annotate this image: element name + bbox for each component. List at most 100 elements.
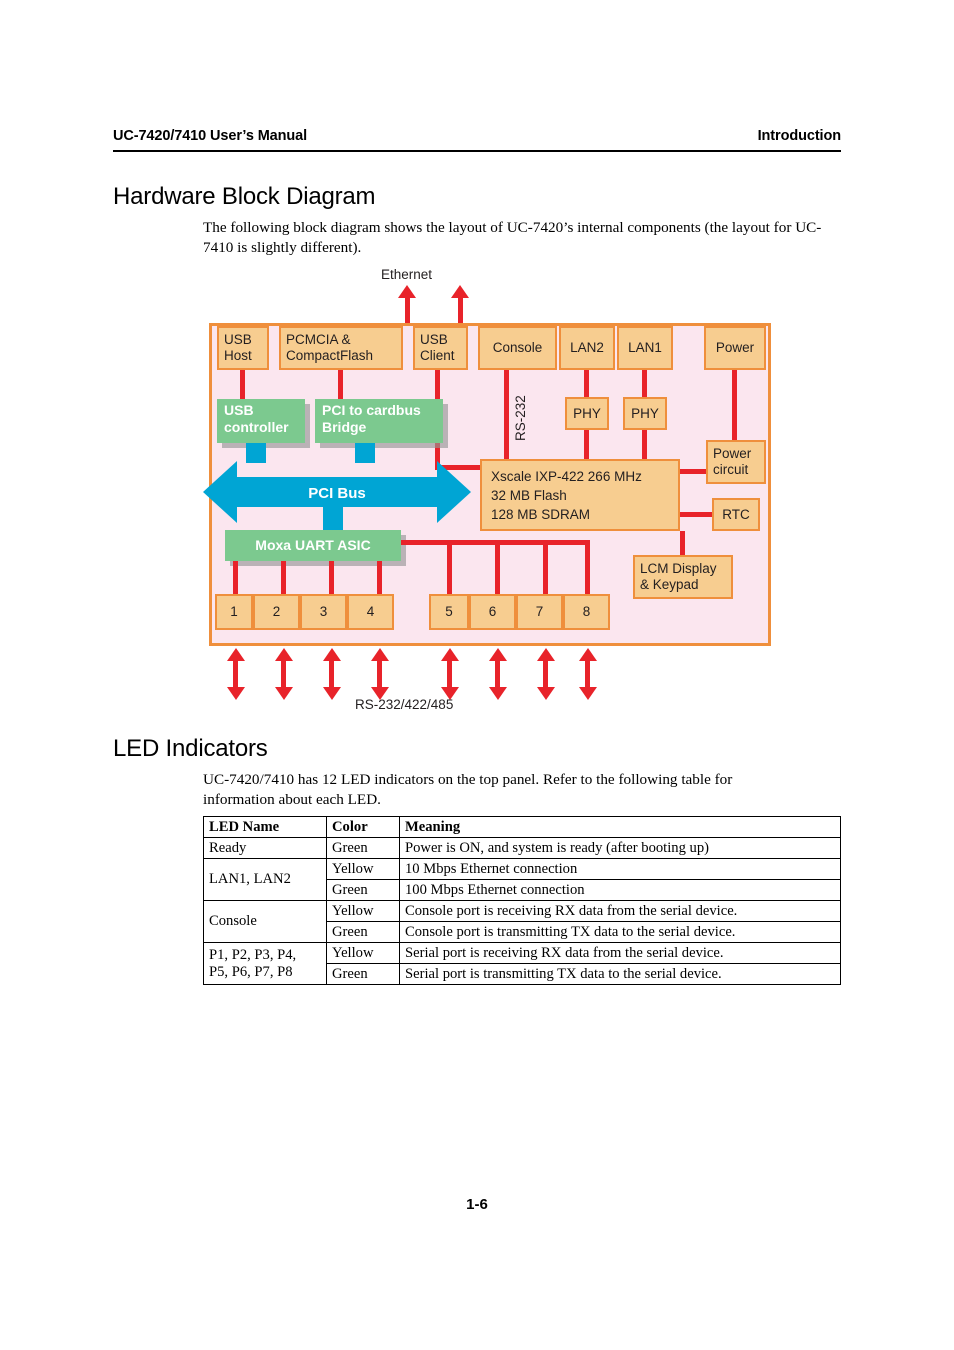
- cell-color: Green: [326, 879, 400, 901]
- cell-led-name: Console: [203, 900, 327, 943]
- serial-wire-6: [495, 659, 500, 688]
- block-lcm-line1: LCM Display: [640, 561, 717, 576]
- column-header-led-name: LED Name: [203, 816, 327, 838]
- block-pcmcia-compactflash: PCMCIA & CompactFlash: [279, 326, 403, 370]
- cell-color: Green: [326, 921, 400, 943]
- ethernet-wire-lan2: [405, 296, 410, 326]
- wire-uart-to-port-1: [233, 561, 238, 594]
- cell-color: Yellow: [326, 942, 400, 964]
- wire-phy2-to-cpu: [584, 430, 589, 459]
- cell-meaning: Serial port is transmitting TX data to t…: [399, 963, 841, 985]
- serial-wire-5: [447, 659, 452, 688]
- block-phy-lan2: PHY: [565, 397, 609, 430]
- block-usb-client-line1: USB: [420, 332, 448, 347]
- block-usb-host-line1: USB: [224, 332, 252, 347]
- cell-color: Green: [326, 963, 400, 985]
- serial-port-1: 1: [215, 594, 253, 630]
- serial-wire-7: [543, 659, 548, 688]
- serial-port-2: 2: [253, 594, 300, 630]
- hardware-block-diagram: Ethernet USB Host PCMCIA & CompactFlash …: [203, 263, 783, 718]
- serial-port-3: 3: [300, 594, 347, 630]
- table-header-row: LED Name Color Meaning: [203, 816, 841, 838]
- table-row: Ready Green Power is ON, and system is r…: [203, 837, 841, 859]
- serial-arrow-down-3: [323, 687, 341, 700]
- document-page: UC-7420/7410 User’s Manual Introduction …: [0, 0, 954, 1350]
- block-pci-to-cardbus-bridge: PCI to cardbus Bridge: [315, 399, 443, 443]
- block-lan1: LAN1: [617, 326, 673, 370]
- rs232-console-label: RS-232: [513, 395, 528, 441]
- cell-led-name-line2: P5, P6, P7, P8: [209, 963, 293, 980]
- ethernet-arrow-lan2: [398, 285, 416, 298]
- hardware-paragraph: The following block diagram shows the la…: [203, 219, 822, 256]
- block-lan2: LAN2: [559, 326, 615, 370]
- block-power: Power: [704, 326, 766, 370]
- running-header: UC-7420/7410 User’s Manual Introduction: [113, 128, 841, 144]
- block-usb-host: USB Host: [217, 326, 269, 370]
- block-lcm-line2: & Keypad: [640, 577, 699, 592]
- block-moxa-uart-asic: Moxa UART ASIC: [225, 530, 401, 561]
- wire-cpu-to-rtc: [680, 512, 712, 517]
- block-cpu-line1: Xscale IXP-422 266 MHz: [491, 468, 642, 484]
- page-footer: 1-6: [466, 1196, 488, 1213]
- ethernet-label: Ethernet: [381, 267, 433, 282]
- pci-bus-label: PCI Bus: [308, 485, 366, 502]
- table-row: LAN1, LAN2 Yellow 10 Mbps Ethernet conne…: [203, 858, 841, 901]
- wire-uart-to-port-2: [281, 561, 286, 594]
- header-divider: [113, 150, 841, 152]
- table-row: P1, P2, P3, P4, P5, P6, P7, P8 Yellow Se…: [203, 942, 841, 985]
- serial-arrow-down-2: [275, 687, 293, 700]
- serial-wire-1: [233, 659, 238, 688]
- ethernet-wire-lan1: [458, 296, 463, 326]
- block-cpu: Xscale IXP-422 266 MHz 32 MB Flash 128 M…: [480, 459, 680, 531]
- wire-cpu-to-power-circuit: [680, 469, 706, 474]
- block-usb-controller-line1: USB: [224, 402, 254, 418]
- wire-uart-to-port-3: [329, 561, 334, 594]
- block-usb-client: USB Client: [413, 326, 468, 370]
- pci-bus-arrow: PCI Bus: [203, 461, 471, 523]
- wire-uart-to-port-8: [585, 540, 590, 594]
- column-header-color: Color: [326, 816, 400, 838]
- table-row: Console Yellow Console port is receiving…: [203, 900, 841, 943]
- block-pci-cardbus-line1: PCI to cardbus: [322, 402, 421, 418]
- serial-port-5: 5: [429, 594, 469, 630]
- serial-arrow-down-7: [537, 687, 555, 700]
- block-cpu-line3: 128 MB SDRAM: [491, 506, 591, 522]
- ethernet-arrow-lan1: [451, 285, 469, 298]
- header-manual-title: UC-7420/7410 User’s Manual: [113, 128, 308, 144]
- block-power-circuit-line1: Power: [713, 446, 752, 461]
- block-pcmcia-line1: PCMCIA &: [286, 332, 351, 347]
- wire-cpu-to-lcm: [680, 531, 685, 555]
- column-header-meaning: Meaning: [399, 816, 841, 838]
- block-moxa-uart-label: Moxa UART ASIC: [255, 537, 371, 554]
- cell-led-name: LAN1, LAN2: [203, 858, 327, 901]
- wire-lan2-to-phy: [584, 370, 589, 397]
- led-indicators-table: LED Name Color Meaning Ready Green Power…: [203, 816, 841, 985]
- cell-meaning: 100 Mbps Ethernet connection: [399, 879, 841, 901]
- header-chapter-title: Introduction: [757, 128, 841, 144]
- serial-port-7: 7: [516, 594, 563, 630]
- block-cpu-line2: 32 MB Flash: [491, 487, 567, 503]
- wire-console-to-cpu: [504, 370, 509, 459]
- wire-phy1-to-cpu: [642, 430, 647, 459]
- wire-usb-host-to-controller: [240, 370, 245, 399]
- wire-pcmcia-to-bridge: [338, 370, 343, 399]
- block-console: Console: [478, 326, 557, 370]
- cell-color: Yellow: [326, 900, 400, 922]
- cell-meaning: Console port is transmitting TX data to …: [399, 921, 841, 943]
- serial-wire-8: [585, 659, 590, 688]
- cell-meaning: 10 Mbps Ethernet connection: [399, 858, 841, 880]
- block-lcm-display-keypad: LCM Display & Keypad: [633, 555, 733, 599]
- cell-color: Yellow: [326, 858, 400, 880]
- cell-meaning: Power is ON, and system is ready (after …: [399, 837, 841, 859]
- cell-meaning: Serial port is receiving RX data from th…: [399, 942, 841, 964]
- wire-uart-to-port-4: [377, 561, 382, 594]
- serial-wire-4: [377, 659, 382, 688]
- block-usb-client-line2: Client: [420, 348, 455, 363]
- block-usb-controller-line2: controller: [224, 418, 289, 435]
- serial-arrow-down-1: [227, 687, 245, 700]
- cell-led-name: P1, P2, P3, P4, P5, P6, P7, P8: [203, 942, 327, 985]
- page-title-led-indicators: LED Indicators: [113, 735, 268, 762]
- serial-standards-label: RS-232/422/485: [355, 697, 454, 712]
- serial-port-6: 6: [469, 594, 516, 630]
- wire-uart-to-port-7: [543, 540, 548, 594]
